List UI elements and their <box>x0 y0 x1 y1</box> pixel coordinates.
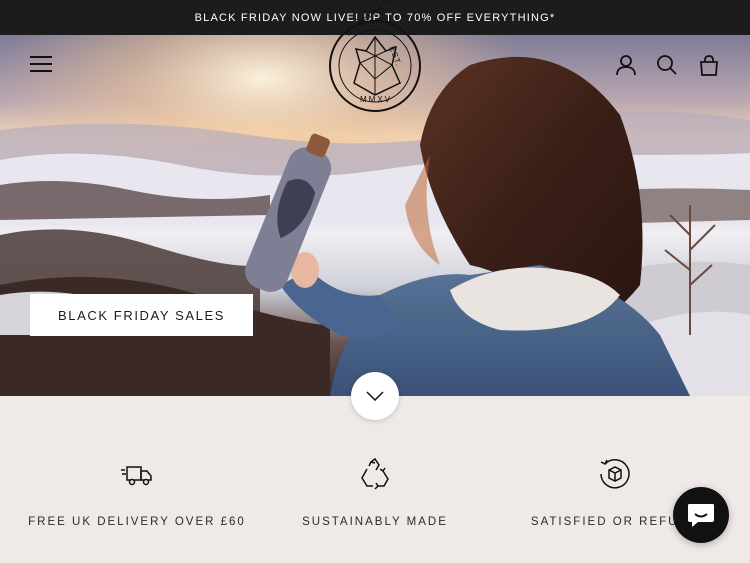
chat-button[interactable] <box>673 487 729 543</box>
black-friday-sales-button[interactable]: BLACK FRIDAY SALES <box>30 294 253 336</box>
chat-icon <box>688 504 714 527</box>
search-icon <box>657 55 677 75</box>
search-button[interactable] <box>654 52 680 78</box>
cart-button[interactable] <box>696 52 722 78</box>
user-icon <box>616 55 636 76</box>
brand-logo[interactable]: ILLUSTRATE EST. MMXV <box>326 0 424 115</box>
delivery-truck-icon <box>121 466 152 486</box>
menu-button[interactable] <box>26 52 56 76</box>
feature-label: SUSTAINABLY MADE <box>302 516 448 528</box>
account-button[interactable] <box>613 52 639 78</box>
feature-label: FREE UK DELIVERY OVER £60 <box>28 516 246 528</box>
features-strip: FREE UK DELIVERY OVER £60 SUSTAINABLY MA… <box>0 396 750 563</box>
recycle-icon <box>361 457 389 490</box>
feature-free-delivery: FREE UK DELIVERY OVER £60 <box>12 396 262 563</box>
feature-sustainably-made: SUSTAINABLY MADE <box>250 396 500 563</box>
return-box-icon <box>600 459 630 489</box>
shopping-bag-icon <box>700 55 718 76</box>
hamburger-menu-icon <box>30 56 52 72</box>
logo-bottom-text: MMXV <box>360 95 392 104</box>
